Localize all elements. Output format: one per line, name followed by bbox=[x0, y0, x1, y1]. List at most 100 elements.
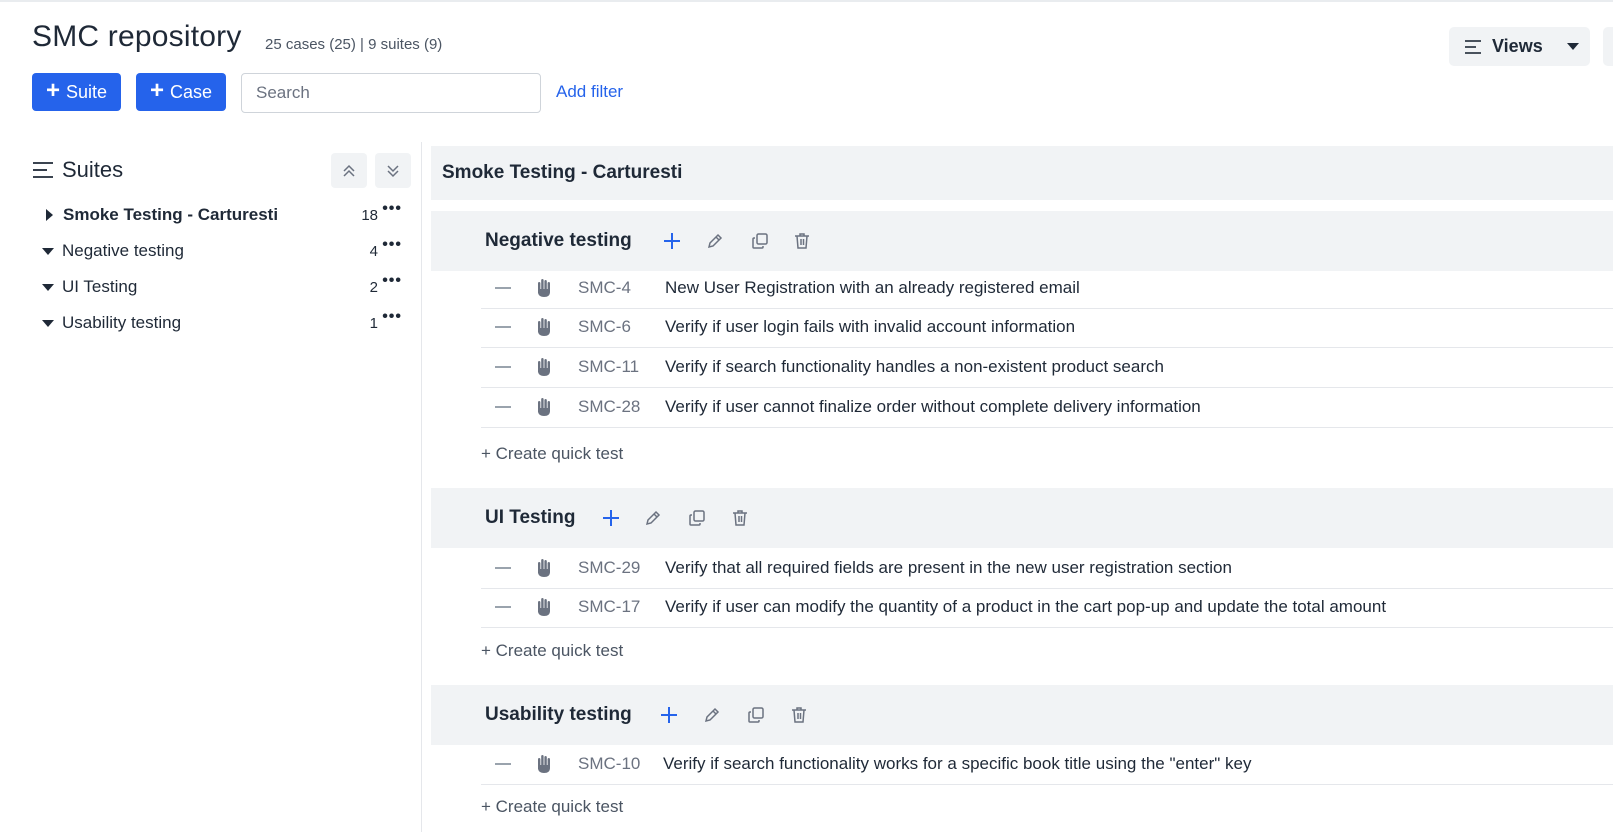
clone-icon[interactable] bbox=[744, 703, 768, 727]
clone-icon[interactable] bbox=[748, 229, 772, 253]
case-title[interactable]: Verify if user login fails with invalid … bbox=[665, 317, 1075, 337]
add-case-label: Case bbox=[170, 81, 213, 102]
suite-title: UI Testing bbox=[485, 507, 576, 528]
test-case-row[interactable]: SMC-10 Verify if search functionality wo… bbox=[481, 744, 1613, 785]
more-options-icon[interactable]: ••• bbox=[382, 236, 402, 254]
suite-header-usability-testing: Usability testing bbox=[431, 685, 1613, 745]
case-title[interactable]: Verify if search functionality handles a… bbox=[665, 357, 1164, 377]
root-suite-header: Smoke Testing - Carturesti bbox=[431, 146, 1613, 200]
sidebar-item-count: 1 bbox=[369, 314, 378, 332]
dash-icon bbox=[495, 763, 511, 765]
suites-heading-label: Suites bbox=[62, 157, 124, 182]
test-case-row[interactable]: SMC-6 Verify if user login fails with in… bbox=[481, 307, 1613, 348]
case-id: SMC-17 bbox=[578, 597, 641, 616]
clone-icon[interactable] bbox=[685, 506, 709, 530]
sidebar-item-usability-testing[interactable]: Usability testing 1 ••• bbox=[40, 308, 410, 335]
test-case-row[interactable]: SMC-4 New User Registration with an alre… bbox=[481, 268, 1613, 309]
hand-icon bbox=[538, 398, 550, 416]
edit-pencil-icon[interactable] bbox=[703, 229, 727, 253]
suite-header-negative-testing: Negative testing bbox=[431, 211, 1613, 271]
caret-down-icon bbox=[42, 247, 54, 255]
repository-counts: 25 cases (25) | 9 suites (9) bbox=[265, 36, 443, 53]
test-case-row[interactable]: SMC-11 Verify if search functionality ha… bbox=[481, 347, 1613, 388]
hand-icon bbox=[538, 559, 550, 577]
sidebar-item-label: UI Testing bbox=[62, 277, 138, 296]
chevron-down-icon bbox=[1566, 43, 1579, 50]
case-id: SMC-29 bbox=[578, 558, 641, 577]
top-border bbox=[0, 0, 1613, 2]
more-options-icon[interactable]: ••• bbox=[382, 308, 402, 326]
sidebar-item-smoke-testing[interactable]: Smoke Testing - Carturesti 18 ••• bbox=[40, 200, 410, 227]
create-quick-test-link[interactable]: + Create quick test bbox=[481, 444, 623, 464]
views-label: Views bbox=[1492, 36, 1543, 56]
sidebar-item-ui-testing[interactable]: UI Testing 2 ••• bbox=[40, 272, 410, 299]
collapse-all-button[interactable] bbox=[331, 153, 367, 188]
sidebar-item-label: Usability testing bbox=[62, 313, 182, 332]
caret-right-icon bbox=[46, 209, 53, 221]
caret-down-icon bbox=[42, 319, 54, 327]
more-options-icon[interactable]: ••• bbox=[382, 272, 402, 290]
sidebar-item-negative-testing[interactable]: Negative testing 4 ••• bbox=[40, 236, 410, 263]
case-id: SMC-28 bbox=[578, 397, 641, 416]
edit-pencil-icon[interactable] bbox=[641, 506, 665, 530]
dash-icon bbox=[495, 406, 511, 408]
suite-title: Usability testing bbox=[485, 704, 632, 725]
suites-list-icon bbox=[33, 162, 53, 178]
toolbar-extra-button[interactable] bbox=[1603, 27, 1613, 66]
hand-icon bbox=[538, 358, 550, 376]
dash-icon bbox=[495, 366, 511, 368]
search-input[interactable] bbox=[241, 73, 541, 113]
sidebar-item-label: Negative testing bbox=[62, 241, 184, 260]
plus-icon: + bbox=[150, 77, 165, 104]
double-chevron-up-icon bbox=[343, 164, 355, 177]
test-case-row[interactable]: SMC-29 Verify that all required fields a… bbox=[481, 548, 1613, 589]
suite-header-ui-testing: UI Testing bbox=[431, 488, 1613, 548]
create-quick-test-link[interactable]: + Create quick test bbox=[481, 641, 623, 661]
add-case-icon[interactable] bbox=[599, 506, 623, 530]
add-suite-label: Suite bbox=[66, 81, 108, 102]
test-case-row[interactable]: SMC-28 Verify if user cannot finalize or… bbox=[481, 387, 1613, 428]
double-chevron-down-icon bbox=[387, 164, 399, 177]
edit-pencil-icon[interactable] bbox=[700, 703, 724, 727]
case-title[interactable]: Verify if user cannot finalize order wit… bbox=[665, 397, 1201, 417]
case-id: SMC-6 bbox=[578, 317, 631, 336]
sidebar-item-count: 4 bbox=[369, 242, 378, 260]
trash-icon[interactable] bbox=[787, 703, 811, 727]
trash-icon[interactable] bbox=[728, 506, 752, 530]
caret-down-icon bbox=[42, 283, 54, 291]
case-id: SMC-10 bbox=[578, 754, 641, 773]
case-title[interactable]: New User Registration with an already re… bbox=[665, 278, 1080, 298]
root-suite-title: Smoke Testing - Carturesti bbox=[442, 162, 683, 183]
add-case-button[interactable]: + Case bbox=[136, 73, 227, 111]
expand-all-button[interactable] bbox=[375, 153, 411, 188]
sidebar-item-count: 18 bbox=[361, 206, 378, 224]
add-case-icon[interactable] bbox=[660, 229, 684, 253]
add-suite-button[interactable]: + Suite bbox=[32, 73, 122, 111]
create-quick-test-link[interactable]: + Create quick test bbox=[481, 797, 623, 817]
views-dropdown[interactable]: Views bbox=[1449, 27, 1590, 66]
hand-icon bbox=[538, 755, 550, 773]
dash-icon bbox=[495, 326, 511, 328]
suites-heading: Suites bbox=[32, 157, 123, 183]
sidebar-divider bbox=[421, 142, 422, 832]
add-case-icon[interactable] bbox=[657, 703, 681, 727]
sidebar-item-count: 2 bbox=[369, 278, 378, 296]
plus-icon: + bbox=[46, 77, 61, 104]
hand-icon bbox=[538, 318, 550, 336]
dash-icon bbox=[495, 287, 511, 289]
case-id: SMC-4 bbox=[578, 278, 631, 297]
hand-icon bbox=[538, 279, 550, 297]
case-title[interactable]: Verify if user can modify the quantity o… bbox=[665, 597, 1386, 617]
add-filter-link[interactable]: Add filter bbox=[556, 82, 623, 102]
case-id: SMC-11 bbox=[578, 357, 640, 376]
dash-icon bbox=[495, 567, 511, 569]
case-title[interactable]: Verify that all required fields are pres… bbox=[665, 558, 1232, 578]
dash-icon bbox=[495, 606, 511, 608]
case-title[interactable]: Verify if search functionality works for… bbox=[663, 754, 1251, 774]
list-icon bbox=[1465, 39, 1481, 54]
test-case-row[interactable]: SMC-17 Verify if user can modify the qua… bbox=[481, 587, 1613, 628]
sidebar-item-label: Smoke Testing - Carturesti bbox=[63, 205, 279, 224]
trash-icon[interactable] bbox=[790, 229, 814, 253]
page-title: SMC repository bbox=[32, 20, 242, 53]
more-options-icon[interactable]: ••• bbox=[382, 200, 402, 218]
